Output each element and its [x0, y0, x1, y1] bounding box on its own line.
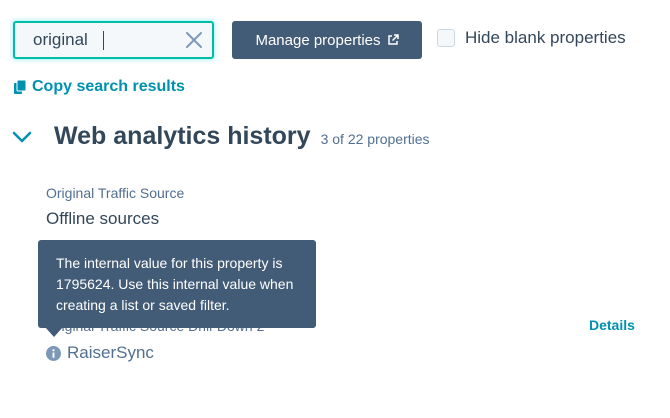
manage-properties-button[interactable]: Manage properties: [232, 21, 422, 59]
search-box[interactable]: [13, 21, 214, 59]
copy-icon: [14, 80, 26, 94]
tooltip: The internal value for this property is …: [38, 240, 316, 328]
copy-search-results-link[interactable]: Copy search results: [14, 78, 185, 96]
chevron-down-icon[interactable]: [12, 130, 32, 144]
tooltip-arrow: [45, 327, 63, 337]
section-title: Web analytics history: [54, 122, 311, 150]
info-icon[interactable]: [46, 345, 61, 361]
external-link-icon: [387, 34, 399, 45]
details-link[interactable]: Details: [589, 317, 635, 333]
hide-blank-toggle[interactable]: Hide blank properties: [437, 28, 626, 48]
section-count: 3 of 22 properties: [320, 131, 430, 147]
hide-blank-label: Hide blank properties: [465, 28, 626, 47]
section-header: Web analytics history 3 of 22 properties: [12, 122, 430, 151]
text-caret: [103, 31, 104, 50]
property-value[interactable]: Offline sources: [46, 209, 159, 229]
hide-blank-checkbox[interactable]: [437, 29, 455, 47]
tooltip-text: The internal value for this property is …: [56, 255, 294, 313]
manage-properties-label: Manage properties: [255, 31, 381, 49]
property-label: Original Traffic Source: [46, 185, 185, 201]
property-value[interactable]: RaiserSync: [67, 343, 154, 363]
close-icon[interactable]: [184, 30, 204, 50]
property-value-row: RaiserSync: [46, 343, 154, 363]
copy-search-results-label: Copy search results: [32, 78, 185, 95]
